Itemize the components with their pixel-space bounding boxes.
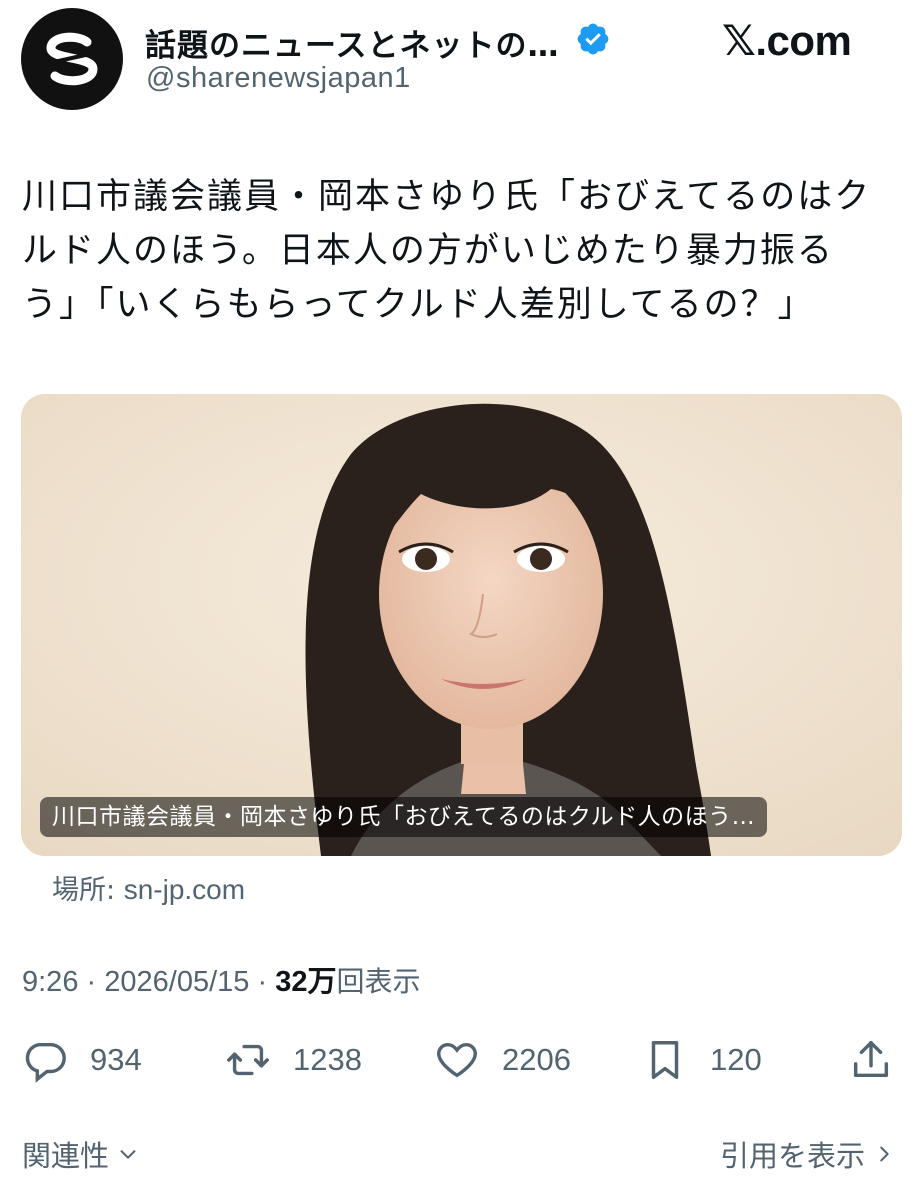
x-com-logo: 𝕏.com: [722, 16, 852, 65]
author-avatar[interactable]: [21, 8, 123, 110]
tweet-text-line: ルド人のほう。日本人の方がいじめたり暴力振る: [22, 231, 834, 271]
tweet-date[interactable]: 2026/05/15: [104, 966, 249, 998]
repost-icon: [227, 1044, 269, 1076]
reply-button[interactable]: 934: [22, 1030, 142, 1090]
bookmark-button[interactable]: 120: [642, 1030, 762, 1090]
tweet-time[interactable]: 9:26: [22, 966, 78, 998]
portrait-image: [21, 394, 902, 856]
card-source-domain[interactable]: sn-jp.com: [124, 874, 245, 905]
author-handle[interactable]: @sharenewsjapan1: [146, 62, 411, 95]
related-label: 関連性: [22, 1139, 110, 1173]
reply-count: 934: [90, 1042, 142, 1077]
tweet-actions: 934 1238 2206 120: [0, 1030, 923, 1090]
bookmark-count: 120: [710, 1042, 762, 1077]
repost-count: 1238: [293, 1042, 362, 1077]
view-quotes-label: 引用を表示: [719, 1139, 865, 1173]
share-icon: [853, 1041, 889, 1078]
x-logo-icon: 𝕏: [722, 16, 756, 65]
share-button[interactable]: [848, 1030, 894, 1090]
sharenews-s-logo-icon: [44, 32, 100, 86]
repost-button[interactable]: 1238: [225, 1030, 362, 1090]
bookmark-icon: [651, 1041, 679, 1079]
card-title-caption: 川口市議会議員・岡本さゆり氏「おびえてるのはクルド人のほう…: [40, 797, 768, 837]
meta-separator: ·: [257, 966, 268, 998]
views-label: 回表示: [336, 965, 421, 998]
link-preview-card[interactable]: 川口市議会議員・岡本さゆり氏「おびえてるのはクルド人のほう…: [21, 394, 902, 856]
heart-icon: [437, 1042, 477, 1078]
author-display-name[interactable]: 話題のニュースとネットの…: [145, 20, 559, 65]
card-source[interactable]: 場所: sn-jp.com: [52, 868, 245, 907]
tweet-page: 話題のニュースとネットの… @sharenewsjapan1 𝕏.com 川口市…: [0, 0, 923, 1199]
related-sort-toggle[interactable]: 関連性: [22, 1133, 139, 1175]
like-button[interactable]: 2206: [434, 1030, 571, 1090]
tweet-text-line: う」「いくらもらってクルド人差別してるの？」: [22, 285, 815, 325]
tweet-text: 川口市議会議員・岡本さゆり氏「おびえてるのはク ルド人のほう。日本人の方がいじめ…: [22, 170, 902, 332]
chevron-right-icon: [880, 1146, 889, 1162]
verified-badge-icon: [577, 23, 609, 55]
reply-icon: [25, 1042, 66, 1083]
chevron-down-icon: [120, 1150, 136, 1159]
views-count: 32万: [275, 966, 337, 998]
tweet-text-line: 川口市議会議員・岡本さゆり氏「おびえてるのはク: [22, 177, 872, 217]
view-quotes-link[interactable]: 引用を表示: [720, 1133, 895, 1175]
tweet-meta: 9:26 · 2026/05/15 · 32万回表示: [22, 958, 420, 1000]
meta-separator: ·: [86, 966, 97, 998]
card-source-label: 場所:: [52, 875, 116, 906]
like-count: 2206: [502, 1042, 571, 1077]
x-domain-suffix: .com: [755, 17, 852, 64]
